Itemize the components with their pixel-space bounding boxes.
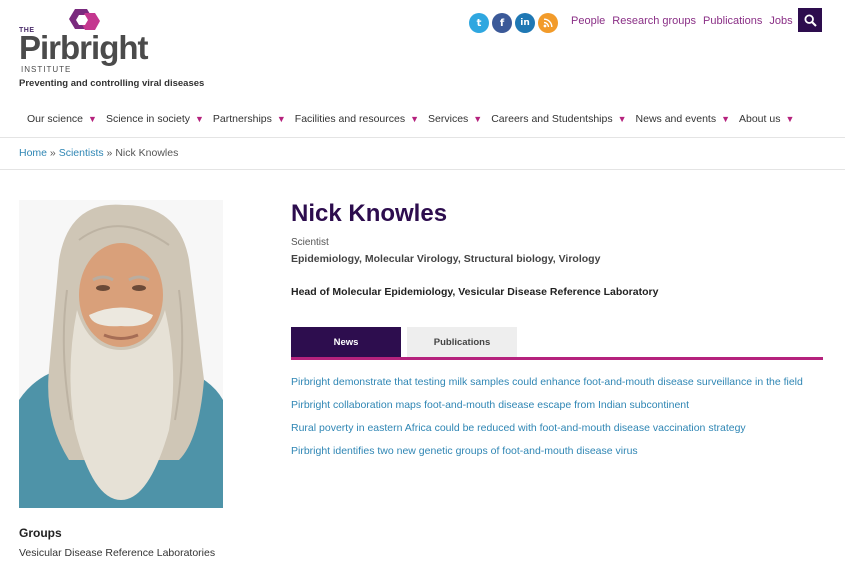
list-item: Rural poverty in eastern Africa could be… [291,422,803,434]
logo-wordmark: Pirbright [19,29,148,66]
breadcrumb-scientists[interactable]: Scientists [59,147,104,159]
social-links: t f in [469,13,558,33]
groups-heading: Groups [19,526,62,540]
breadcrumb-home[interactable]: Home [19,147,47,159]
scientist-position: Head of Molecular Epidemiology, Vesicula… [291,286,659,298]
dropdown-triangle-icon: ▼ [276,114,286,124]
dropdown-triangle-icon: ▼ [473,114,483,124]
nav-label: Services [428,113,469,125]
dropdown-triangle-icon: ▼ [785,114,795,124]
tab-publications[interactable]: Publications [407,327,517,357]
breadcrumb-divider [0,169,845,170]
tab-news[interactable]: News [291,327,401,357]
profile-tabs: News Publications [291,327,517,357]
nav-about-us[interactable]: About us ▼ [739,113,794,125]
toplink-research-groups[interactable]: Research groups [612,15,696,27]
dropdown-triangle-icon: ▼ [617,114,627,124]
nav-label: Facilities and resources [294,113,406,125]
dropdown-triangle-icon: ▼ [195,114,204,124]
list-item: Pirbright demonstrate that testing milk … [291,376,803,388]
twitter-icon[interactable]: t [469,13,489,33]
profile-photo [19,200,223,508]
nav-services[interactable]: Services ▼ [428,113,482,125]
tab-underline [291,357,823,360]
news-link[interactable]: Pirbright demonstrate that testing milk … [291,376,803,388]
dropdown-triangle-icon: ▼ [410,114,420,124]
news-list: Pirbright demonstrate that testing milk … [291,376,803,468]
list-item: Pirbright collaboration maps foot-and-mo… [291,399,803,411]
tagline: Preventing and controlling viral disease… [19,78,205,89]
nav-label: News and events [635,113,717,125]
rss-glyph [543,18,553,28]
news-link[interactable]: Pirbright identifies two new genetic gro… [291,445,638,457]
breadcrumb-separator: » [47,147,59,159]
nav-careers[interactable]: Careers and Studentships ▼ [491,113,626,125]
group-item[interactable]: Vesicular Disease Reference Laboratories [19,547,215,559]
nav-our-science[interactable]: Our science ▼ [27,113,97,125]
nav-news-events[interactable]: News and events ▼ [636,113,730,125]
toplink-publications[interactable]: Publications [703,15,762,27]
news-link[interactable]: Rural poverty in eastern Africa could be… [291,422,746,434]
top-links: People Research groups Publications Jobs [571,15,793,27]
toplink-jobs[interactable]: Jobs [769,15,792,27]
rss-icon[interactable] [538,13,558,33]
nav-facilities[interactable]: Facilities and resources ▼ [295,113,419,125]
main-nav: Our science ▼ Science in society ▼ Partner… [27,113,803,125]
portrait-illustration [19,200,223,508]
nav-science-in-society[interactable]: Science in society ▼ [106,113,204,125]
scientist-role: Scientist [291,237,329,248]
nav-label: Our science [27,113,84,125]
nav-partnerships[interactable]: Partnerships ▼ [213,113,286,125]
nav-divider [0,137,845,138]
nav-label: About us [739,113,781,125]
search-icon [803,13,817,27]
news-link[interactable]: Pirbright collaboration maps foot-and-mo… [291,399,689,411]
research-topics: Epidemiology, Molecular Virology, Struct… [291,253,601,265]
scientist-name: Nick Knowles [291,200,448,227]
facebook-icon[interactable]: f [492,13,512,33]
logo-institute-text: INSTITUTE [21,65,72,74]
search-button[interactable] [798,8,822,32]
dropdown-triangle-icon: ▼ [88,114,97,124]
breadcrumb-separator: » [103,147,116,159]
toplink-people[interactable]: People [571,15,605,27]
nav-label: Partnerships [212,113,272,125]
linkedin-icon[interactable]: in [515,13,535,33]
breadcrumb: Home » Scientists » Nick Knowles [19,147,178,159]
dropdown-triangle-icon: ▼ [721,114,730,124]
list-item: Pirbright identifies two new genetic gro… [291,445,803,457]
breadcrumb-current: Nick Knowles [115,147,179,159]
nav-label: Science in society [105,113,190,125]
nav-label: Careers and Studentships [491,113,613,125]
